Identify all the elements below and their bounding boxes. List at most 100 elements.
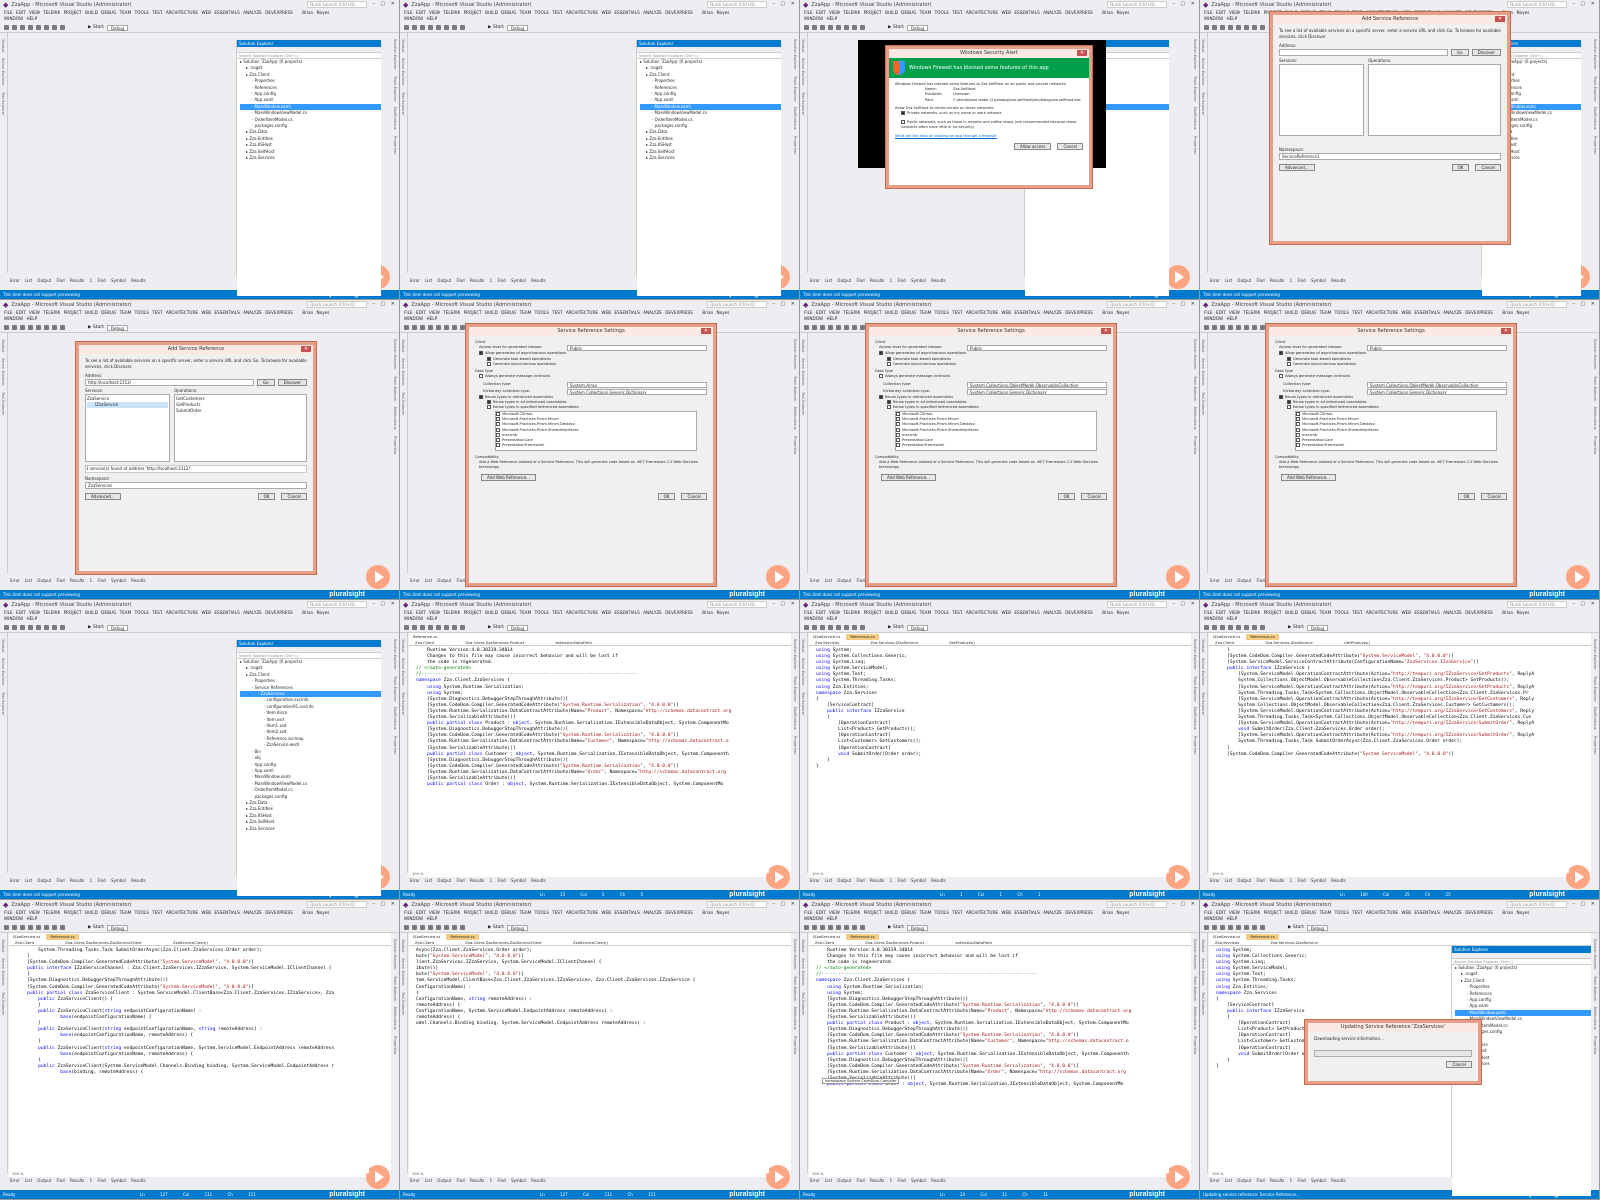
tab-notifications[interactable]: Notifications xyxy=(1193,707,1197,730)
tab-notifications[interactable]: Notifications xyxy=(1193,1007,1197,1030)
menu-view[interactable]: VIEW xyxy=(1229,310,1240,315)
menu-telerik[interactable]: TELERIK xyxy=(443,610,460,615)
toolbar-icon[interactable] xyxy=(12,625,17,630)
menu-view[interactable]: VIEW xyxy=(829,910,840,915)
menu-edit[interactable]: EDIT xyxy=(416,610,426,615)
tab-team-explorer[interactable]: Team Explorer xyxy=(793,676,797,702)
menu-team[interactable]: TEAM xyxy=(1320,910,1332,915)
toolbar-icon[interactable] xyxy=(1220,625,1225,630)
menu-file[interactable]: FILE xyxy=(804,310,813,315)
tab-team-explorer[interactable]: Team Explorer xyxy=(793,976,797,1002)
menu-devexpress[interactable]: DEVEXPRESS xyxy=(1065,10,1093,15)
tab-output[interactable]: Output xyxy=(837,878,851,883)
tab-team-explorer[interactable]: Team Explorer xyxy=(793,376,797,402)
menu-web-essentials[interactable]: WEB ESSENTIALS xyxy=(1401,910,1439,915)
toolbar-icon[interactable] xyxy=(1204,25,1209,30)
menu-edit[interactable]: EDIT xyxy=(816,610,826,615)
menu-telerik[interactable]: TELERIK xyxy=(1243,10,1260,15)
zoom-level[interactable]: 100 % xyxy=(812,872,823,876)
nav-dropdown[interactable]: extensionDataField xyxy=(555,640,591,645)
menu-tools[interactable]: TOOLS xyxy=(135,910,149,915)
toolbar-icon[interactable] xyxy=(436,925,441,930)
toolbar-icon[interactable] xyxy=(1244,25,1249,30)
checkbox[interactable] xyxy=(896,422,900,427)
config-combo[interactable]: Debug xyxy=(106,324,129,331)
cancel-button[interactable]: Cancel xyxy=(1475,164,1501,171)
nav-dropdown[interactable]: GetProducts() xyxy=(949,640,975,645)
checkbox[interactable] xyxy=(879,351,883,356)
checkbox[interactable] xyxy=(1296,416,1300,421)
tab-server-explorer[interactable]: Server Explorer xyxy=(1201,958,1205,986)
nav-dropdown[interactable]: GetProducts() xyxy=(1344,640,1370,645)
tab-solution-explorer[interactable]: Solution Explorer xyxy=(393,939,397,970)
menu-telerik[interactable]: TELERIK xyxy=(843,610,860,615)
menu-debug[interactable]: DEBUG xyxy=(101,910,116,915)
checkbox[interactable] xyxy=(879,374,883,379)
tab-find-symbol-results[interactable]: Find Symbol Results xyxy=(98,578,146,583)
tab-find-symbol-results[interactable]: Find Symbol Results xyxy=(98,1178,146,1183)
tab-notifications[interactable]: Notifications xyxy=(1193,107,1197,130)
menu-build[interactable]: BUILD xyxy=(885,310,898,315)
dictionary-combo[interactable]: System.Collections.Generic.Dictionary xyxy=(567,388,707,395)
tab-find-symbol-results[interactable]: Find Symbol Results xyxy=(498,278,546,283)
menu-test[interactable]: TEST xyxy=(552,910,562,915)
menu-tools[interactable]: TOOLS xyxy=(935,910,949,915)
menu-build[interactable]: BUILD xyxy=(1285,910,1298,915)
toolbar-icon[interactable] xyxy=(444,625,449,630)
menu-architecture[interactable]: ARCHITECTURE xyxy=(1366,310,1398,315)
toolbar-icon[interactable] xyxy=(12,925,17,930)
toolbar-icon[interactable] xyxy=(20,625,25,630)
toolbar-icon[interactable] xyxy=(844,325,849,330)
tab-server-explorer[interactable]: Server Explorer xyxy=(801,658,805,686)
menu-analyze[interactable]: ANALYZE xyxy=(1443,610,1462,615)
menu-help[interactable]: HELP xyxy=(1227,916,1238,921)
tab-solution-explorer[interactable]: Solution Explorer xyxy=(393,639,397,670)
tab-test-explorer[interactable]: Test Explorer xyxy=(801,92,805,115)
menu-analyze[interactable]: ANALYZE xyxy=(643,10,662,15)
tab-test-explorer[interactable]: Test Explorer xyxy=(801,392,805,415)
config-combo[interactable]: Debug xyxy=(506,24,529,31)
toolbar-icon[interactable] xyxy=(812,25,817,30)
menu-telerik[interactable]: TELERIK xyxy=(843,310,860,315)
menu-file[interactable]: FILE xyxy=(1204,610,1213,615)
play-icon[interactable] xyxy=(766,1165,790,1189)
quick-launch-input[interactable]: Quick Launch (Ctrl+Q) xyxy=(707,301,767,308)
menu-telerik[interactable]: TELERIK xyxy=(1243,610,1260,615)
menu-file[interactable]: FILE xyxy=(1204,910,1213,915)
menu-build[interactable]: BUILD xyxy=(85,310,98,315)
ok-button[interactable]: OK xyxy=(1451,164,1470,171)
play-icon[interactable] xyxy=(366,1165,390,1189)
menu-debug[interactable]: DEBUG xyxy=(501,310,516,315)
user-name[interactable]: Brian Noyes xyxy=(1502,910,1529,915)
play-icon[interactable] xyxy=(766,565,790,589)
tab-output[interactable]: Output xyxy=(437,278,451,283)
menu-project[interactable]: PROJECT xyxy=(464,10,482,15)
tab-output[interactable]: Output xyxy=(37,278,51,283)
toolbar-icon[interactable] xyxy=(420,325,425,330)
toolbar-icon[interactable] xyxy=(1228,625,1233,630)
tab-test-explorer[interactable]: Test Explorer xyxy=(401,92,405,115)
tab-team-explorer[interactable]: Team Explorer xyxy=(793,76,797,102)
tree-item[interactable]: ▸ Zza.Services xyxy=(240,826,381,832)
toolbar-icon[interactable] xyxy=(60,625,65,630)
toolbar-icon[interactable] xyxy=(36,25,41,30)
tab-find-results-1[interactable]: Find Results 1 xyxy=(456,1178,492,1183)
menu-telerik[interactable]: TELERIK xyxy=(43,610,60,615)
checkbox[interactable] xyxy=(1279,394,1283,399)
advanced-button[interactable]: Advanced... xyxy=(85,493,121,500)
menu-project[interactable]: PROJECT xyxy=(864,10,882,15)
toolbar-icon[interactable] xyxy=(852,25,857,30)
checkbox[interactable] xyxy=(496,416,500,421)
tab-test-explorer[interactable]: Test Explorer xyxy=(1201,992,1205,1015)
toolbar-icon[interactable] xyxy=(1228,25,1233,30)
user-name[interactable]: Brian Noyes xyxy=(302,610,329,615)
tab-solution-explorer[interactable]: Solution Explorer xyxy=(1593,939,1597,970)
menu-project[interactable]: PROJECT xyxy=(864,610,882,615)
toolbar-icon[interactable] xyxy=(52,625,57,630)
menu-build[interactable]: BUILD xyxy=(485,610,498,615)
config-combo[interactable]: Debug xyxy=(1306,924,1329,931)
menu-edit[interactable]: EDIT xyxy=(16,610,26,615)
service-item[interactable]: IZzaService xyxy=(87,402,168,408)
menu-analyze[interactable]: ANALYZE xyxy=(643,910,662,915)
tab-find-symbol-results[interactable]: Find Symbol Results xyxy=(1298,878,1346,883)
